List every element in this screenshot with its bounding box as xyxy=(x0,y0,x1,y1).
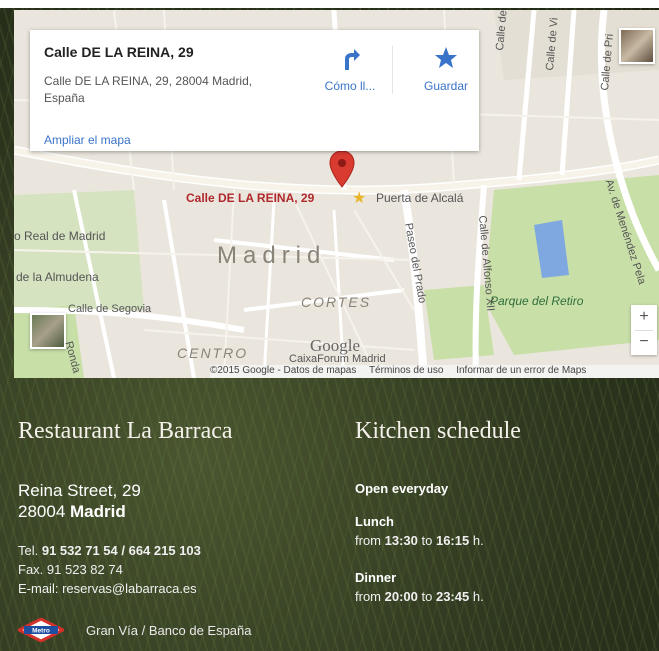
map-label-madrid: Madrid xyxy=(217,242,327,269)
contact-block: Tel. 91 532 71 54 / 664 215 103 Fax. 91 … xyxy=(18,541,201,598)
google-map[interactable]: Calle de S Calle de Vi Calle de Pri Call… xyxy=(14,10,659,378)
directions-button[interactable]: Cómo ll... xyxy=(310,46,390,93)
lunch-suffix: h. xyxy=(472,533,484,548)
address-street: Reina Street, 29 xyxy=(18,481,141,500)
directions-label: Cómo ll... xyxy=(324,79,376,93)
tel-numbers[interactable]: 91 532 71 54 / 664 215 103 xyxy=(42,543,201,558)
map-label-retiro: Parque del Retiro xyxy=(490,294,584,308)
lunch-to: 16:15 xyxy=(435,533,470,548)
map-label-cortes: CORTES xyxy=(301,294,372,310)
tel-label: Tel. xyxy=(18,543,39,558)
fax-label: Fax. xyxy=(18,562,44,577)
email-label: E-mail: xyxy=(18,581,59,596)
card-divider xyxy=(392,46,393,94)
dinner-hours: from 20:00 to 23:45 h. xyxy=(355,589,484,604)
place-info-card: Calle DE LA REINA, 29 Calle DE LA REINA,… xyxy=(30,30,479,151)
schedule-open: Open everyday xyxy=(355,481,448,496)
address-city-line: 28004 Madrid xyxy=(18,501,141,522)
zoom-in-button[interactable]: + xyxy=(631,305,657,330)
dinner-suffix: h. xyxy=(472,589,484,604)
place-address: Calle DE LA REINA, 29, 28004 Madrid, Esp… xyxy=(44,74,253,105)
street-view-thumbnail[interactable] xyxy=(619,28,655,64)
tel-line: Tel. 91 532 71 54 / 664 215 103 xyxy=(18,541,201,560)
map-label-almudena: de la Almudena xyxy=(16,270,99,284)
map-attribution: ©2015 Google - Datos de mapas Términos d… xyxy=(210,365,659,378)
directions-icon xyxy=(345,49,360,70)
fax-number: 91 523 82 74 xyxy=(46,562,123,577)
email-line: E-mail: reservas@labarraca.es xyxy=(18,579,201,598)
address-city: Madrid xyxy=(70,502,126,521)
dinner-from-word: from xyxy=(355,589,381,604)
zoom-out-button[interactable]: − xyxy=(631,330,657,355)
lunch-from: 13:30 xyxy=(384,533,418,548)
satellite-thumbnail[interactable] xyxy=(30,313,66,349)
kitchen-schedule: Kitchen schedule xyxy=(355,418,521,445)
map-report-link[interactable]: Informar de un error de Maps xyxy=(456,365,586,376)
email-link[interactable]: reservas@labarraca.es xyxy=(62,581,197,596)
metro-info: Metro Gran Vía / Banco de España xyxy=(18,618,252,642)
dinner-to-word: to xyxy=(421,589,433,604)
zoom-control: + − xyxy=(631,305,657,355)
lunch-label: Lunch xyxy=(355,514,394,529)
schedule-title: Kitchen schedule xyxy=(355,418,521,444)
metro-logo-text: Metro xyxy=(32,628,50,635)
star-icon xyxy=(435,47,457,68)
restaurant-address: Reina Street, 29 28004 Madrid xyxy=(18,480,141,522)
lunch-to-word: to xyxy=(421,533,433,548)
dinner-to: 23:45 xyxy=(435,589,470,604)
map-label-real-madrid: o Real de Madrid xyxy=(14,229,106,243)
map-label-centro: CENTRO xyxy=(177,345,249,361)
restaurant-info: Restaurant La Barraca xyxy=(18,418,233,445)
dinner-block: Dinner from 20:00 to 23:45 h. xyxy=(355,570,484,604)
save-label: Guardar xyxy=(423,79,469,93)
lunch-block: Lunch from 13:30 to 16:15 h. xyxy=(355,514,484,548)
lunch-from-word: from xyxy=(355,533,381,548)
metro-stations: Gran Vía / Banco de España xyxy=(86,622,252,638)
map-pin-icon[interactable] xyxy=(329,150,355,188)
map-label-puerta: Puerta de Alcalá xyxy=(376,191,464,205)
map-pin-label: Calle DE LA REINA, 29 xyxy=(186,191,315,205)
top-strip xyxy=(0,0,659,8)
place-title: Calle DE LA REINA, 29 xyxy=(44,44,194,60)
map-label-segovia: Calle de Segovia xyxy=(68,303,152,315)
dinner-from: 20:00 xyxy=(384,589,418,604)
lunch-hours: from 13:30 to 16:15 h. xyxy=(355,533,484,548)
zoom-divider xyxy=(635,330,653,331)
landmark-star-icon: ★ xyxy=(352,190,367,207)
dinner-label: Dinner xyxy=(355,570,397,585)
map-copyright: ©2015 Google - Datos de mapas xyxy=(210,365,357,376)
google-logo: Google xyxy=(310,336,361,355)
fax-line: Fax. 91 523 82 74 xyxy=(18,560,201,579)
open-everyday: Open everyday xyxy=(355,481,449,496)
metro-logo-icon: Metro xyxy=(18,618,64,642)
map-terms-link[interactable]: Términos de uso xyxy=(369,365,443,376)
save-button[interactable]: Guardar xyxy=(406,46,486,93)
enlarge-map-link[interactable]: Ampliar el mapa xyxy=(44,133,131,147)
restaurant-name: Restaurant La Barraca xyxy=(18,418,233,444)
address-postal: 28004 xyxy=(18,502,66,521)
